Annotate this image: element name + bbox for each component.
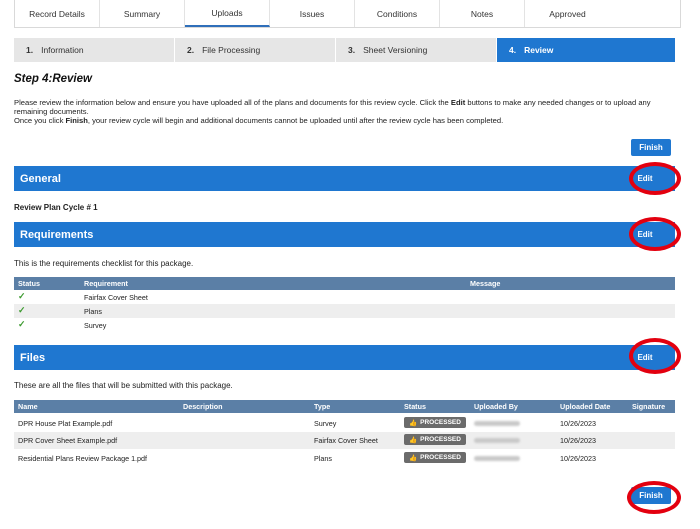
intro-text: Please review the information below and … xyxy=(14,98,686,125)
step-number: 2. xyxy=(187,45,195,55)
uploaded-by-redacted xyxy=(474,421,520,426)
table-row: ✓ Survey xyxy=(14,318,675,332)
column-header-requirement: Requirement xyxy=(84,279,128,288)
intro-text-bold: Edit xyxy=(450,98,466,107)
tab-conditions[interactable]: Conditions xyxy=(355,0,440,27)
section-files-header: Files Edit xyxy=(14,345,675,370)
table-row: Residential Plans Review Package 1.pdf P… xyxy=(14,450,675,467)
review-cycle-label: Review Plan Cycle # 1 xyxy=(14,203,98,212)
step-sheet-versioning[interactable]: 3. Sheet Versioning xyxy=(336,38,497,62)
step-file-processing[interactable]: 2. File Processing xyxy=(175,38,336,62)
intro-text-part: Please review the information below and … xyxy=(14,98,451,107)
page-title: Step 4:Review xyxy=(14,73,92,85)
record-tabs: Record Details Summary Uploads Issues Co… xyxy=(14,0,681,28)
intro-text-part: , your review cycle will begin and addit… xyxy=(87,116,504,125)
section-title: General xyxy=(20,172,61,185)
table-row: ✓ Plans xyxy=(14,304,675,318)
file-name-cell[interactable]: Residential Plans Review Package 1.pdf xyxy=(18,454,147,463)
column-header-uploaded-by: Uploaded By xyxy=(474,402,518,411)
requirements-description: This is the requirements checklist for t… xyxy=(14,259,194,268)
column-header-uploaded-date: Uploaded Date xyxy=(560,402,611,411)
column-header-name: Name xyxy=(18,402,38,411)
step-label: Sheet Versioning xyxy=(363,45,428,55)
check-icon: ✓ xyxy=(18,291,26,301)
finish-button-top[interactable]: Finish xyxy=(631,139,671,156)
requirement-cell: Plans xyxy=(84,307,102,316)
file-type-cell: Fairfax Cover Sheet xyxy=(314,436,378,445)
highlight-ring xyxy=(629,217,681,251)
highlight-ring xyxy=(627,481,681,514)
thumbs-up-icon: 👍 xyxy=(409,454,418,462)
section-general-header: General Edit xyxy=(14,166,675,191)
status-badge-label: PROCESSED xyxy=(420,419,461,426)
wizard-steps: 1. Information 2. File Processing 3. Sheet … xyxy=(14,38,675,62)
uploaded-date-cell: 10/26/2023 xyxy=(560,436,596,445)
uploaded-date-cell: 10/26/2023 xyxy=(560,454,596,463)
column-header-signature: Signature xyxy=(632,402,666,411)
check-icon: ✓ xyxy=(18,319,26,329)
intro-text-bold: Finish xyxy=(65,116,88,125)
requirement-cell: Survey xyxy=(84,321,107,330)
uploaded-by-redacted xyxy=(474,456,520,461)
status-badge-label: PROCESSED xyxy=(420,454,461,461)
status-badge: 👍 PROCESSED xyxy=(404,417,466,428)
table-row: DPR House Plat Example.pdf Survey 👍 PROCE… xyxy=(14,416,675,432)
step-label: File Processing xyxy=(202,45,261,55)
requirements-table-header: Status Requirement Message xyxy=(14,277,675,290)
column-header-description: Description xyxy=(183,402,223,411)
highlight-ring xyxy=(629,338,681,374)
table-row: ✓ Fairfax Cover Sheet xyxy=(14,290,675,304)
column-header-status: Status xyxy=(18,279,40,288)
file-type-cell: Plans xyxy=(314,454,332,463)
step-information[interactable]: 1. Information xyxy=(14,38,175,62)
uploaded-by-redacted xyxy=(474,438,520,443)
requirement-cell: Fairfax Cover Sheet xyxy=(84,293,148,302)
column-header-type: Type xyxy=(314,402,331,411)
table-row: DPR Cover Sheet Example.pdf Fairfax Cove… xyxy=(14,432,675,449)
highlight-ring xyxy=(629,162,681,195)
tab-uploads[interactable]: Uploads xyxy=(185,0,270,27)
tab-issues[interactable]: Issues xyxy=(270,0,355,27)
section-title: Requirements xyxy=(20,228,94,241)
step-review[interactable]: 4. Review xyxy=(497,38,675,62)
section-title: Files xyxy=(20,351,46,364)
tab-notes[interactable]: Notes xyxy=(440,0,525,27)
step-number: 4. xyxy=(509,45,517,55)
tab-summary[interactable]: Summary xyxy=(100,0,185,27)
uploaded-date-cell: 10/26/2023 xyxy=(560,419,596,428)
status-badge: 👍 PROCESSED xyxy=(404,434,466,445)
step-number: 3. xyxy=(348,45,356,55)
status-badge: 👍 PROCESSED xyxy=(404,452,466,463)
files-table-header: Name Description Type Status Uploaded By… xyxy=(14,400,675,413)
step-label: Review xyxy=(524,45,554,55)
column-header-status: Status xyxy=(404,402,426,411)
step-label: Information xyxy=(41,45,84,55)
tab-approved[interactable]: Approved xyxy=(525,0,610,27)
thumbs-up-icon: 👍 xyxy=(409,419,418,427)
tab-record-details[interactable]: Record Details xyxy=(15,0,100,27)
check-icon: ✓ xyxy=(18,305,26,315)
files-description: These are all the files that will be sub… xyxy=(14,381,233,390)
column-header-message: Message xyxy=(470,279,501,288)
file-name-cell[interactable]: DPR Cover Sheet Example.pdf xyxy=(18,436,117,445)
status-badge-label: PROCESSED xyxy=(420,436,461,443)
thumbs-up-icon: 👍 xyxy=(409,436,418,444)
step-number: 1. xyxy=(26,45,34,55)
file-name-cell[interactable]: DPR House Plat Example.pdf xyxy=(18,419,112,428)
file-type-cell: Survey xyxy=(314,419,337,428)
intro-text-part: Once you click xyxy=(14,116,66,125)
section-requirements-header: Requirements Edit xyxy=(14,222,675,247)
